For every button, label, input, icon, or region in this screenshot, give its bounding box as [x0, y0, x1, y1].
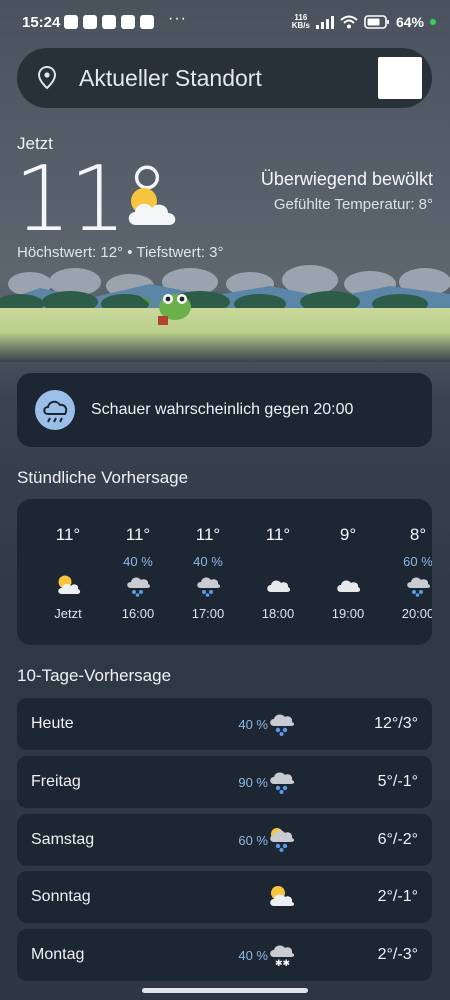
network-speed: 116 KB/s [292, 14, 310, 30]
hourly-item[interactable]: 11° 18:00 [243, 499, 313, 645]
location-search-input[interactable]: Aktueller Standort [79, 65, 262, 92]
hour-temp: 11° [195, 525, 221, 544]
daily-row[interactable]: Samstag 60 % 6°/-2° [17, 814, 432, 866]
hour-temp: 8° [409, 525, 427, 544]
daily-row[interactable]: Sonntag 2°/-1° [17, 871, 432, 923]
alert-icon-badge [35, 390, 75, 430]
day-temps: 6°/-2° [377, 831, 418, 848]
hourly-forecast-card[interactable]: 11° Jetzt 11° 40 % 16:00 11° 40 % 17:00 … [17, 499, 432, 645]
day-name: Sonntag [31, 888, 91, 905]
location-search-bar[interactable]: Aktueller Standort [17, 48, 432, 108]
day-name: Freitag [31, 773, 81, 790]
day-temps: 2°/-1° [377, 888, 418, 905]
notification-icon [140, 15, 154, 29]
privacy-indicator-icon [430, 19, 436, 25]
hour-time: 18:00 [261, 606, 295, 621]
home-indicator[interactable] [142, 988, 308, 993]
location-pin-icon [37, 66, 57, 90]
day-name: Samstag [31, 831, 95, 848]
more-notifications-icon: ··· [168, 10, 187, 27]
hour-temp: 9° [339, 525, 357, 544]
day-precip: 60 % [238, 833, 268, 848]
weather-scene-illustration [0, 265, 450, 362]
partly-cloudy-icon [270, 886, 295, 906]
alert-text: Schauer wahrscheinlich gegen 20:00 [91, 401, 354, 418]
day-temps: 5°/-1° [377, 773, 418, 790]
day-name: Montag [31, 946, 85, 963]
hour-time: 19:00 [331, 606, 365, 621]
notification-icons [64, 15, 154, 29]
hour-temp: 11° [265, 525, 291, 544]
daily-row[interactable]: Montag 40 % ✱✱ 2°/-3° [17, 929, 432, 981]
partly-cloudy-icon [58, 575, 81, 594]
snow-icon: ✱✱ [270, 945, 295, 968]
hour-precip: 40 % [123, 554, 153, 569]
high-low: Höchstwert: 12° • Tiefstwert: 3° [17, 244, 224, 261]
cloud-icon [267, 580, 291, 592]
feels-like: Gefühlte Temperatur: 8° [273, 196, 433, 213]
cloud-icon [337, 580, 361, 592]
day-precip: 90 % [238, 775, 268, 790]
status-right: 116 KB/s 64% [292, 14, 436, 30]
avatar[interactable] [378, 57, 422, 99]
showers-icon [407, 577, 431, 597]
day-temps: 2°/-3° [377, 946, 418, 963]
signal-icon [315, 15, 334, 29]
day-name: Heute [31, 715, 74, 732]
current-condition: Überwiegend bewölkt [260, 169, 433, 189]
hour-time: 16:00 [121, 606, 155, 621]
status-bar: 15:24 ··· 116 KB/s 64% [0, 0, 450, 44]
network-speed-unit: KB/s [291, 21, 310, 30]
day-temps: 12°/3° [374, 715, 418, 732]
svg-text:✱✱: ✱✱ [275, 959, 290, 968]
hourly-item[interactable]: 11° 40 % 17:00 [173, 499, 243, 645]
wifi-icon [340, 15, 358, 29]
rain-cloud-icon [43, 400, 68, 423]
day-precip: 40 % [238, 948, 268, 963]
notification-icon [102, 15, 116, 29]
sun-showers-icon [270, 828, 295, 852]
hour-temp: 11° [125, 525, 151, 544]
precipitation-alert-card[interactable]: Schauer wahrscheinlich gegen 20:00 [17, 373, 432, 447]
showers-icon [270, 772, 295, 794]
hour-temp: 11° [55, 525, 81, 544]
hour-time: Jetzt [54, 606, 82, 621]
showers-icon [127, 577, 151, 597]
daily-row[interactable]: Freitag 90 % 5°/-1° [17, 756, 432, 808]
daily-row[interactable]: Heute 40 % 12°/3° [17, 698, 432, 750]
hourly-item[interactable]: 9° 19:00 [313, 499, 383, 645]
hour-precip: 60 % [403, 554, 432, 569]
daily-title: 10-Tage-Vorhersage [17, 666, 172, 685]
notification-icon [121, 15, 135, 29]
showers-icon [270, 714, 295, 736]
hourly-title: Stündliche Vorhersage [17, 468, 189, 487]
notification-icon [83, 15, 97, 29]
day-precip: 40 % [238, 717, 268, 732]
hour-time: 20:00 [401, 606, 432, 621]
notification-icon [64, 15, 78, 29]
hourly-item[interactable]: 8° 60 % 20:00 [383, 499, 432, 645]
hourly-item[interactable]: 11° 40 % 16:00 [103, 499, 173, 645]
partly-cloudy-icon [128, 188, 176, 225]
hour-precip: 40 % [193, 554, 223, 569]
status-time: 15:24 [22, 14, 61, 31]
battery-percent: 64% [395, 14, 424, 30]
hour-time: 17:00 [191, 606, 225, 621]
hourly-item[interactable]: 11° Jetzt [33, 499, 103, 645]
showers-icon [197, 577, 221, 597]
battery-icon [364, 15, 389, 29]
